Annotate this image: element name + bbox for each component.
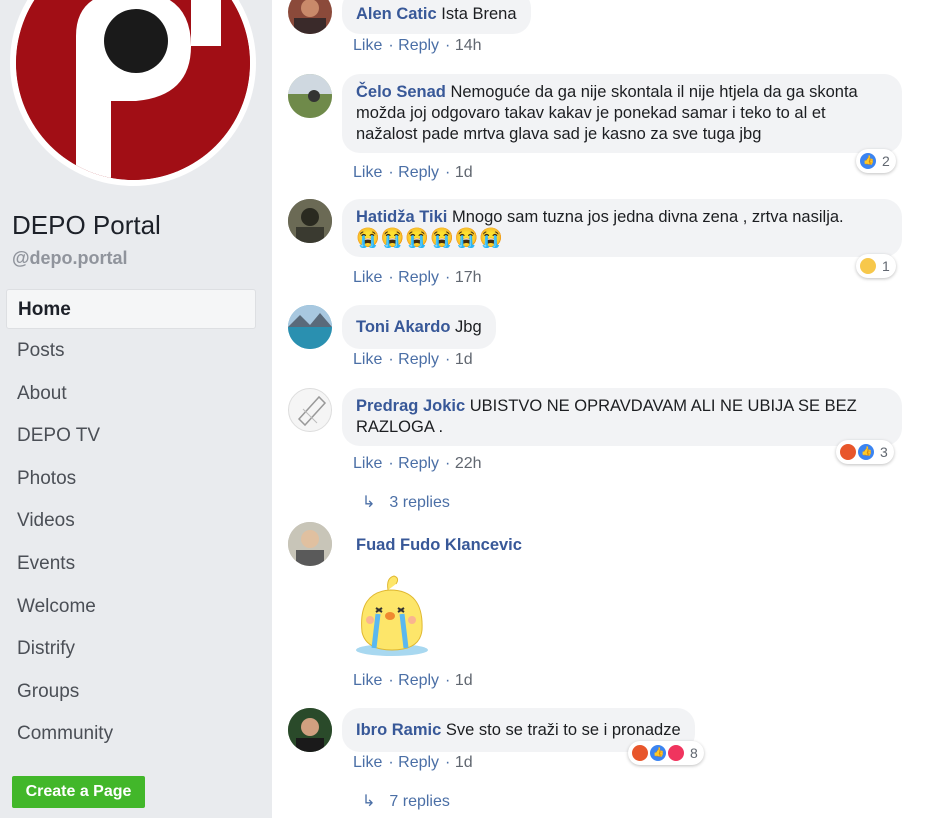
love-reaction-icon [666,743,686,763]
reply-link[interactable]: Reply [398,672,439,689]
comment-text: Sve sto se traži to se i pronadze [445,721,681,739]
comment-bubble: Fuad Fudo Klancevic [342,522,536,564]
avatar[interactable] [288,0,332,34]
like-link[interactable]: Like [353,351,382,368]
nav-home[interactable]: Home [6,289,256,329]
page-name[interactable]: DEPO Portal [12,210,161,241]
nav-community[interactable]: Community [6,714,256,757]
nav-videos[interactable]: Videos [6,501,256,544]
reply-arrow-icon: ↳ [362,494,376,511]
reply-link[interactable]: Reply [398,754,439,771]
comment-actions: Like · Reply · 1d [353,754,473,771]
reaction-count: 8 [690,745,698,761]
depo-logo-icon [16,0,250,180]
comment-time[interactable]: 1d [455,672,473,689]
avatar[interactable] [288,199,332,243]
comment-actions: Like · Reply · 1d [353,351,473,368]
like-reaction-icon [858,151,878,171]
comment-actions: Like · Reply · 17h [353,269,482,286]
comment-author[interactable]: Alen Catic [356,5,437,23]
reaction-count: 2 [882,153,890,169]
nav-depo-tv[interactable]: DEPO TV [6,416,256,459]
like-reaction-icon [648,743,668,763]
like-link[interactable]: Like [353,672,382,689]
like-link[interactable]: Like [353,269,382,286]
nav-photos[interactable]: Photos [6,459,256,502]
reactions-summary[interactable]: 2 [856,149,896,173]
avatar[interactable] [288,708,332,752]
left-sidebar: DEPO Portal @depo.portal Home Posts Abou… [0,0,272,818]
reactions-summary[interactable]: 1 [856,254,896,278]
comment-author[interactable]: Toni Akardo [356,318,450,336]
reaction-count: 1 [882,258,890,274]
comment-time[interactable]: 1d [455,754,473,771]
comment-bubble: Alen Catic Ista Brena [342,0,531,34]
comment-author[interactable]: Ibro Ramic [356,721,441,739]
comment-time[interactable]: 14h [455,37,482,54]
comment-bubble: Toni Akardo Jbg [342,305,496,349]
nav-welcome[interactable]: Welcome [6,587,256,630]
comment-actions: Like · Reply · 22h [353,455,482,472]
comment-bubble: Čelo Senad Nemoguće da ga nije skontala … [342,74,902,153]
comment-author[interactable]: Čelo Senad [356,83,446,101]
page-handle: @depo.portal [12,248,128,268]
comment-actions: Like · Reply · 1d [353,164,473,181]
comment-author[interactable]: Fuad Fudo Klancevic [356,536,522,554]
reply-link[interactable]: Reply [398,351,439,368]
reply-link[interactable]: Reply [398,455,439,472]
comment-actions: Like · Reply · 14h [353,37,482,54]
nav-groups[interactable]: Groups [6,672,256,715]
avatar[interactable] [288,388,332,432]
avatar[interactable] [288,522,332,566]
reply-link[interactable]: Reply [398,164,439,181]
comment-time[interactable]: 1d [455,351,473,368]
create-page-button[interactable]: Create a Page [12,776,145,808]
nav-about[interactable]: About [6,374,256,417]
comment-text: Ista Brena [441,5,517,23]
view-replies-link[interactable]: ↳ 3 replies [362,492,450,512]
sad-reaction-icon [858,256,878,276]
avatar[interactable] [288,305,332,349]
comment-time[interactable]: 22h [455,455,482,472]
comment-time[interactable]: 1d [455,164,473,181]
reaction-count: 3 [880,444,888,460]
comment-author[interactable]: Hatidža Tiki [356,208,447,226]
view-replies-link[interactable]: ↳ 7 replies [362,791,450,811]
nav-distrify[interactable]: Distrify [6,629,256,672]
comment-emoji: 😭😭😭😭😭😭 [356,228,504,249]
reactions-summary[interactable]: 8 [628,741,704,765]
comment-time[interactable]: 17h [455,269,482,286]
comment-actions: Like · Reply · 1d [353,672,473,689]
nav-events[interactable]: Events [6,544,256,587]
angry-reaction-icon [838,442,858,462]
angry-reaction-icon [630,743,650,763]
reactions-summary[interactable]: 3 [836,440,894,464]
like-reaction-icon [856,442,876,462]
like-link[interactable]: Like [353,754,382,771]
page-profile-picture[interactable] [10,0,256,186]
reply-arrow-icon: ↳ [362,793,376,810]
comment-bubble: Predrag Jokic UBISTVO NE OPRAVDAVAM ALI … [342,388,902,446]
comment-text: Jbg [455,318,482,336]
like-link[interactable]: Like [353,455,382,472]
comment-bubble: Hatidža Tiki Mnogo sam tuzna jos jedna d… [342,199,902,257]
page-nav: Home Posts About DEPO TV Photos Videos E… [6,289,256,757]
avatar[interactable] [288,74,332,118]
reply-link[interactable]: Reply [398,269,439,286]
nav-posts[interactable]: Posts [6,331,256,374]
crying-chick-sticker-icon[interactable] [352,572,432,658]
like-link[interactable]: Like [353,37,382,54]
comments-feed: Alen Catic Ista Brena Like · Reply · 14h Č… [272,0,939,818]
comment-text: Mnogo sam tuzna jos jedna divna zena , z… [451,208,844,226]
comment-author[interactable]: Predrag Jokic [356,397,465,415]
like-link[interactable]: Like [353,164,382,181]
reply-link[interactable]: Reply [398,37,439,54]
